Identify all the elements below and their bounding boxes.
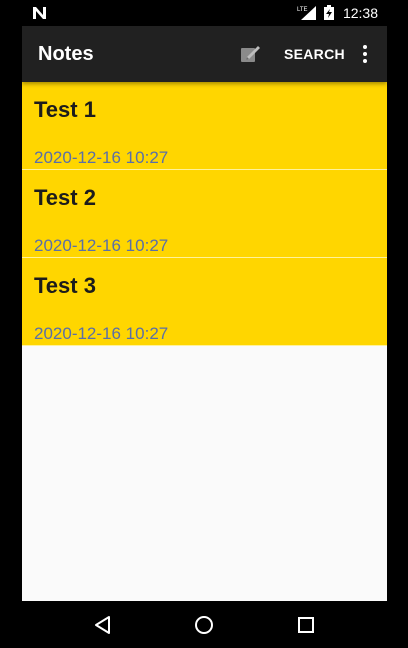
note-list: Test 1 2020-12-16 10:27 Test 2 2020-12-1… bbox=[22, 82, 387, 346]
home-icon[interactable] bbox=[192, 613, 216, 637]
app-toolbar: Notes SEARCH bbox=[22, 26, 387, 82]
toolbar-title: Notes bbox=[38, 43, 94, 65]
status-time: 12:38 bbox=[342, 5, 378, 21]
note-title: Test 1 bbox=[34, 97, 96, 122]
note-date: 2020-12-16 10:27 bbox=[34, 324, 169, 343]
note-title: Test 2 bbox=[34, 185, 96, 210]
note-list-item[interactable]: Test 2 2020-12-16 10:27 bbox=[22, 170, 387, 258]
navigation-bar bbox=[0, 601, 408, 648]
note-list-item[interactable]: Test 1 2020-12-16 10:27 bbox=[22, 82, 387, 170]
search-button[interactable]: SEARCH bbox=[284, 46, 345, 62]
notification-n-icon bbox=[33, 7, 46, 19]
recents-icon[interactable] bbox=[294, 613, 318, 637]
note-date: 2020-12-16 10:27 bbox=[34, 148, 169, 167]
status-bar: LTE 12:38 bbox=[0, 0, 408, 26]
note-title: Test 3 bbox=[34, 273, 96, 298]
battery-charging-icon bbox=[323, 5, 334, 20]
compose-icon[interactable] bbox=[238, 42, 262, 66]
phone-screen: LTE 12:38 Notes SEARCH Test 1 2020-12-16… bbox=[0, 0, 408, 648]
lte-signal-icon: LTE bbox=[297, 6, 316, 20]
app-window: Notes SEARCH Test 1 2020-12-16 10:27 Tes… bbox=[22, 26, 387, 601]
lte-label: LTE bbox=[297, 7, 308, 13]
note-list-item[interactable]: Test 3 2020-12-16 10:27 bbox=[22, 258, 387, 346]
back-icon[interactable] bbox=[91, 613, 115, 637]
status-icons: LTE 12:38 bbox=[297, 4, 378, 22]
more-vert-icon[interactable] bbox=[356, 42, 374, 66]
note-date: 2020-12-16 10:27 bbox=[34, 236, 169, 255]
